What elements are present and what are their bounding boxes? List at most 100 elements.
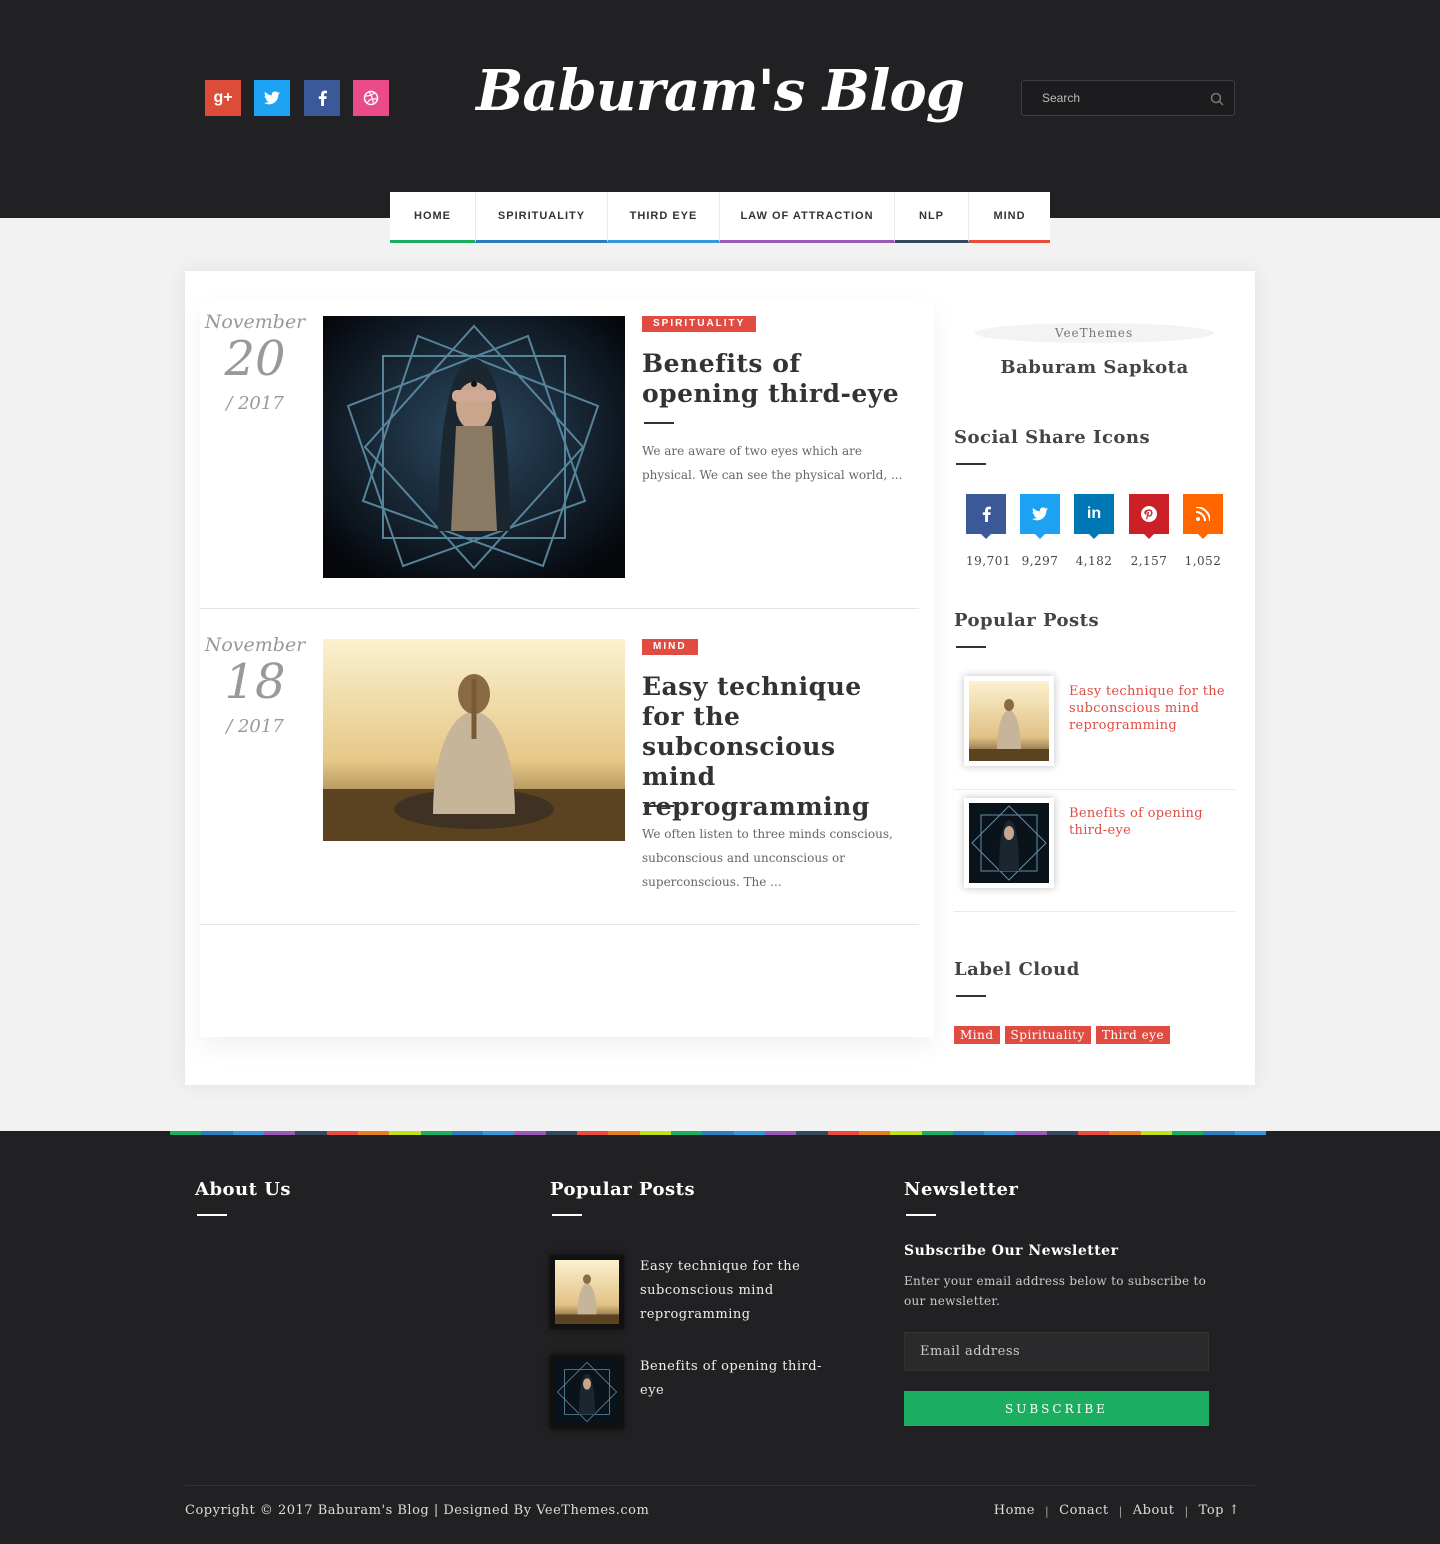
linkedin-count: 4,182: [1075, 554, 1113, 568]
footer-link-contact[interactable]: Conact: [1059, 1503, 1108, 1518]
newsletter-description: Enter your email address below to subscr…: [904, 1274, 1207, 1308]
stripe-segment: [483, 1131, 515, 1135]
popular-post-item[interactable]: Easy technique for the subconscious mind…: [954, 668, 1235, 790]
post-date-day: 18: [224, 654, 286, 710]
rss-count: 1,052: [1184, 554, 1222, 568]
popular-post-thumbnail[interactable]: [964, 676, 1054, 766]
footer-popular-thumbnail[interactable]: [550, 1355, 624, 1429]
nav-item-nlp[interactable]: NLP: [895, 192, 969, 243]
label-third-eye[interactable]: Third eye: [1095, 1026, 1171, 1044]
twitter-counter[interactable]: 9,297: [1020, 494, 1060, 568]
stripe-segment: [295, 1131, 327, 1135]
stripe-segment: [201, 1131, 233, 1135]
twitter-icon[interactable]: [1020, 494, 1060, 539]
post-title[interactable]: Benefits of opening third-eye: [642, 349, 912, 409]
stripe-segment: [389, 1131, 421, 1135]
rss-icon[interactable]: [1183, 494, 1223, 539]
facebook-counter[interactable]: 19,701: [966, 494, 1011, 568]
author-name: Baburam Sapkota: [1000, 357, 1189, 378]
footer-popular-title: Popular Posts: [550, 1179, 696, 1200]
popular-post-title[interactable]: Easy technique for the subconscious mind…: [1069, 683, 1229, 734]
stripe-segment: [984, 1131, 1016, 1135]
title-underline: [906, 1214, 936, 1216]
post-date-month: November: [204, 634, 306, 656]
linkedin-icon[interactable]: in: [1074, 494, 1114, 539]
post-thumbnail[interactable]: [323, 639, 625, 841]
stripe-segment: [1046, 1131, 1079, 1135]
nav-item-spirituality[interactable]: SPIRITUALITY: [476, 192, 608, 243]
stripe-segment: [827, 1131, 859, 1135]
pinterest-counter[interactable]: 2,157: [1129, 494, 1169, 568]
post-divider: [200, 608, 919, 609]
footer-newsletter-title: Newsletter: [904, 1179, 1019, 1200]
label-spirituality[interactable]: Spirituality: [1004, 1026, 1091, 1044]
post-excerpt: We are aware of two eyes which are physi…: [642, 444, 903, 482]
footer-link-about[interactable]: About: [1133, 1503, 1175, 1518]
stripe-segment: [577, 1131, 609, 1135]
main-nav: HOME SPIRITUALITY THIRD EYE LAW OF ATTRA…: [390, 192, 1050, 243]
pinterest-count: 2,157: [1130, 554, 1168, 568]
stripe-segment: [1234, 1131, 1266, 1135]
footer-popular-thumbnail[interactable]: [550, 1255, 624, 1329]
stripe-segment: [639, 1131, 671, 1135]
post-title[interactable]: Easy technique for the subconscious mind…: [642, 672, 912, 822]
facebook-icon[interactable]: [966, 494, 1006, 539]
separator: |: [1118, 1505, 1123, 1518]
post-date-year: / 2017: [226, 716, 284, 737]
label-mind[interactable]: Mind: [954, 1026, 1000, 1044]
copyright: Copyright © 2017 Baburam's Blog | Design…: [185, 1503, 650, 1518]
stripe-segment: [1078, 1131, 1110, 1135]
footer-popular-title-link[interactable]: Easy technique for the subconscious mind…: [640, 1255, 840, 1327]
separator: |: [1044, 1505, 1050, 1518]
stripe-segment: [326, 1131, 358, 1135]
stripe-segment: [764, 1131, 797, 1135]
separator: |: [1184, 1505, 1189, 1518]
title-underline: [956, 463, 986, 465]
label-cloud: Mind Spirituality Third eye: [954, 1026, 1171, 1044]
stripe-segment: [1109, 1131, 1141, 1135]
footer-link-home[interactable]: Home: [994, 1503, 1035, 1518]
email-field[interactable]: [904, 1332, 1209, 1371]
label-cloud-title: Label Cloud: [954, 959, 1080, 980]
stripe-segment: [1172, 1131, 1204, 1135]
post-list: November 20 / 2017 SPIRITUALITY Benefits…: [200, 301, 934, 1037]
rss-counter[interactable]: 1,052: [1183, 494, 1223, 568]
search-box: [1021, 80, 1235, 116]
stripe-segment: [733, 1131, 765, 1135]
popular-post-title[interactable]: Benefits of opening third-eye: [1069, 805, 1229, 839]
twitter-count: 9,297: [1021, 554, 1059, 568]
post-date: November 18 / 2017: [200, 634, 310, 737]
footer-link-top[interactable]: Top ↑: [1199, 1503, 1240, 1518]
post-date-month: November: [204, 311, 306, 333]
newsletter-heading: Subscribe Our Newsletter: [904, 1243, 1119, 1259]
post-thumbnail[interactable]: [323, 316, 625, 578]
post-category-tag[interactable]: MIND: [642, 639, 698, 655]
post-category-tag[interactable]: SPIRITUALITY: [642, 316, 757, 332]
site-header: g+ Baburam's Blog: [0, 0, 1440, 218]
subscribe-button[interactable]: SUBSCRIBE: [904, 1391, 1209, 1426]
nav-item-third-eye[interactable]: THIRD EYE: [608, 192, 720, 243]
stripe-segment: [263, 1131, 296, 1135]
stripe-segment: [1015, 1131, 1047, 1135]
stripe-segment: [796, 1131, 828, 1135]
nav-item-home[interactable]: HOME: [390, 192, 476, 243]
footer-popular-title-link[interactable]: Benefits of opening third-eye: [640, 1355, 840, 1403]
post-divider: [200, 924, 919, 925]
stripe-segment: [514, 1131, 546, 1135]
title-underline: [197, 1214, 227, 1216]
popular-post-thumbnail[interactable]: [964, 798, 1054, 888]
linkedin-counter[interactable]: in 4,182: [1074, 494, 1114, 568]
nav-item-law-of-attraction[interactable]: LAW OF ATTRACTION: [720, 192, 895, 243]
social-share-title: Social Share Icons: [954, 427, 1151, 448]
search-input[interactable]: [1022, 81, 1202, 115]
search-icon[interactable]: [1210, 91, 1224, 110]
popular-post-item[interactable]: Benefits of opening third-eye: [954, 790, 1235, 912]
site-footer: About Us Popular Posts Easy technique fo…: [0, 1131, 1440, 1544]
nav-item-mind[interactable]: MIND: [969, 192, 1050, 243]
title-underline: [644, 422, 674, 424]
pinterest-icon[interactable]: [1129, 494, 1169, 539]
stripe-segment: [451, 1131, 484, 1135]
stripe-segment: [890, 1131, 922, 1135]
post-excerpt: We often listen to three minds conscious…: [642, 827, 893, 889]
main-content: November 20 / 2017 SPIRITUALITY Benefits…: [185, 271, 1255, 1085]
